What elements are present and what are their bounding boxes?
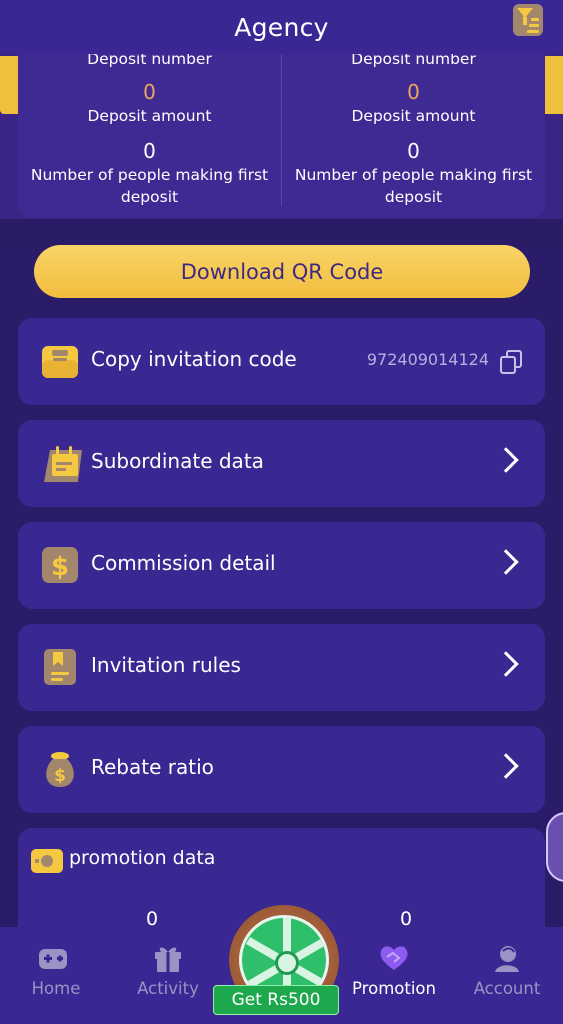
- tab-account-label: Account: [473, 979, 541, 998]
- copy-invitation-code-label: Copy invitation code: [91, 347, 297, 371]
- deposit-amount-label: Deposit amount: [351, 107, 476, 125]
- deposit-amount-label: Deposit amount: [87, 107, 212, 125]
- chevron-right-icon: [493, 753, 519, 779]
- rebate-ratio-item[interactable]: $ Rebate ratio: [18, 726, 545, 813]
- gold-accent-left: [0, 56, 20, 114]
- tab-home-label: Home: [31, 979, 81, 998]
- page-title: Agency: [234, 12, 329, 42]
- tab-activity[interactable]: Activity: [112, 927, 224, 1024]
- first-deposit-label: Number of people making first deposit: [30, 166, 269, 206]
- wallet-icon: [31, 849, 63, 873]
- money-bag-icon: $: [46, 752, 74, 787]
- tab-promotion[interactable]: Promotion: [338, 927, 450, 1024]
- get-bonus-button[interactable]: Get Rs500: [213, 985, 339, 1015]
- document-icon: [44, 649, 76, 685]
- deposit-number-value: 0: [407, 80, 420, 104]
- commission-detail-item[interactable]: $ Commission detail: [18, 522, 545, 609]
- invitation-rules-item[interactable]: Invitation rules: [18, 624, 545, 711]
- app-header: Agency: [0, 0, 563, 54]
- svg-text:$: $: [54, 766, 66, 786]
- dollar-icon: $: [42, 547, 78, 583]
- tab-home[interactable]: Home: [0, 927, 112, 1024]
- subordinate-data-label: Subordinate data: [91, 449, 264, 473]
- gamepad-icon: [39, 949, 67, 969]
- heart-handshake-icon: [380, 946, 408, 970]
- stats-column-left: Deposit number 0 Deposit amount 0 Number…: [18, 40, 281, 218]
- copy-invitation-code-item[interactable]: Copy invitation code 972409014124: [18, 318, 545, 405]
- user-icon: [495, 946, 519, 972]
- subordinate-data-item[interactable]: Subordinate data: [18, 420, 545, 507]
- calendar-icon: [44, 446, 82, 482]
- first-deposit-label: Number of people making first deposit: [294, 166, 533, 206]
- invitation-rules-label: Invitation rules: [91, 653, 241, 677]
- floating-side-button[interactable]: [546, 812, 563, 882]
- promotion-data-title: promotion data: [69, 847, 216, 869]
- chevron-right-icon: [493, 447, 519, 473]
- commission-detail-label: Commission detail: [91, 551, 276, 575]
- invitation-code-value: 972409014124: [366, 350, 489, 369]
- stats-column-right: Deposit number 0 Deposit amount 0 Number…: [282, 40, 545, 218]
- tab-activity-label: Activity: [137, 979, 199, 998]
- copy-icon[interactable]: [500, 350, 522, 374]
- chevron-right-icon: [493, 549, 519, 575]
- filter-icon[interactable]: [513, 4, 543, 36]
- rebate-ratio-label: Rebate ratio: [91, 755, 214, 779]
- deposit-number-value: 0: [143, 80, 156, 104]
- download-qr-button[interactable]: Download QR Code: [34, 245, 530, 298]
- deposit-amount-value: 0: [143, 139, 156, 163]
- deposit-stats-card: Deposit number 0 Deposit amount 0 Number…: [18, 40, 545, 218]
- gift-icon: [155, 947, 181, 972]
- tab-account[interactable]: Account: [451, 927, 563, 1024]
- inbox-icon: [42, 346, 78, 378]
- tab-promotion-label: Promotion: [352, 979, 436, 998]
- chevron-right-icon: [493, 651, 519, 677]
- deposit-amount-value: 0: [407, 139, 420, 163]
- svg-text:$: $: [51, 552, 69, 582]
- gold-accent-right: [543, 56, 563, 114]
